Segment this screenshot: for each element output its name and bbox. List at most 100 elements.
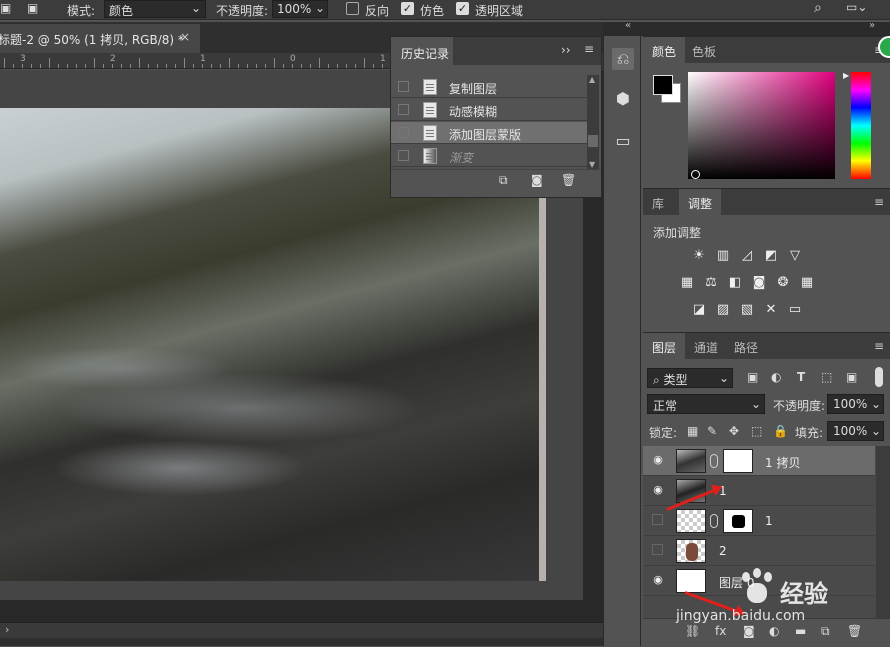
document-tab[interactable]: 未标题-2 @ 50% (1 拷贝, RGB/8) * ×	[0, 24, 200, 53]
fill-input[interactable]: 100% ⌄	[827, 421, 884, 441]
brightness-contrast-icon[interactable]: ☀	[691, 249, 707, 263]
history-item[interactable]: 动感模糊	[391, 99, 587, 121]
new-document-from-state-icon[interactable]: ⧉	[499, 173, 508, 188]
layer-mask-thumbnail[interactable]	[723, 509, 753, 533]
layer-row[interactable]: ◉ 1	[643, 476, 875, 506]
timeline-panel-icon[interactable]: ▭	[612, 130, 634, 152]
workspace-icon[interactable]: ▭⌄	[846, 0, 867, 14]
history-item[interactable]: 渐变	[391, 145, 587, 167]
3d-panel-icon[interactable]: ⬢	[612, 88, 634, 110]
layer-filter-select[interactable]: ⌕ 类型 ⌄	[647, 368, 733, 388]
history-source-checkbox[interactable]	[398, 150, 409, 161]
history-item[interactable]: 复制图层	[391, 76, 587, 98]
hue-slider-handle[interactable]: ▶	[843, 71, 849, 80]
layer-thumbnail[interactable]	[676, 539, 706, 563]
trash-icon[interactable]: 🗑	[561, 173, 576, 187]
adjustment-layer-filter-icon[interactable]: ◐	[771, 370, 781, 384]
mask-link-icon[interactable]	[710, 514, 718, 528]
layer-name[interactable]: 1	[765, 514, 773, 528]
panel-menu-icon[interactable]: ≡	[874, 195, 884, 209]
scroll-thumb[interactable]	[588, 135, 598, 147]
channel-mixer-icon[interactable]: ❂	[775, 276, 791, 290]
tab-channels[interactable]: 通道	[685, 333, 727, 359]
collapse-icon[interactable]: «	[625, 20, 631, 31]
layer-opacity-input[interactable]: 100% ⌄	[827, 394, 884, 414]
search-icon[interactable]: ⌕	[814, 0, 822, 16]
lock-all-icon[interactable]: 🔒	[773, 424, 788, 438]
layer-row[interactable]: ◉ 1 拷贝	[643, 446, 875, 476]
lock-pixels-icon[interactable]: ✎	[707, 424, 717, 438]
type-layer-filter-icon[interactable]: T	[797, 370, 805, 384]
eye-icon[interactable]: ◉	[652, 574, 664, 586]
eye-icon[interactable]: ◉	[652, 484, 664, 496]
scroll-left-icon[interactable]: ›	[5, 623, 9, 636]
opacity-input[interactable]: 100% ⌄	[272, 0, 328, 18]
exposure-icon[interactable]: ◩	[763, 249, 779, 263]
history-source-checkbox[interactable]	[398, 127, 409, 138]
camera-icon[interactable]: ◙	[531, 173, 543, 187]
lock-position-icon[interactable]: ✥	[729, 424, 739, 438]
mask-link-icon[interactable]	[710, 454, 718, 468]
reverse-checkbox[interactable]	[346, 2, 359, 15]
tab-swatches[interactable]: 色板	[683, 37, 725, 63]
filter-toggle[interactable]	[875, 367, 883, 387]
panel-menu-icon[interactable]: ≡	[874, 339, 884, 353]
layer-mask-thumbnail[interactable]	[723, 449, 753, 473]
foreground-color-swatch[interactable]	[653, 75, 673, 95]
threshold-icon[interactable]: ▧	[739, 303, 755, 317]
vibrance-icon[interactable]: ▽	[787, 249, 803, 263]
tab-libraries[interactable]: 库	[643, 189, 673, 215]
photo-filter-icon[interactable]: ◙	[751, 276, 767, 290]
invert-icon[interactable]: ◪	[691, 303, 707, 317]
visibility-toggle[interactable]	[652, 514, 663, 525]
expand-panels-icon[interactable]: »	[869, 20, 875, 31]
history-item[interactable]: 添加图层蒙版	[391, 122, 587, 144]
pixel-layer-filter-icon[interactable]: ▣	[747, 370, 758, 384]
color-picker-cursor[interactable]	[691, 170, 700, 179]
close-icon[interactable]: ×	[180, 30, 190, 44]
saturation-value-field[interactable]	[688, 72, 835, 179]
mode-select[interactable]: 颜色 ⌄	[104, 0, 206, 18]
lock-transparent-icon[interactable]: ▦	[687, 424, 698, 438]
layer-row[interactable]: 1	[643, 506, 875, 536]
shape-layer-filter-icon[interactable]: ⬚	[821, 370, 832, 384]
panel-collapse-bar[interactable]: « »	[603, 20, 890, 36]
black-white-icon[interactable]: ◧	[727, 276, 743, 290]
dither-checkbox[interactable]: ✓	[401, 2, 414, 15]
gradient-type-icon[interactable]: ▣	[27, 1, 38, 15]
tab-paths[interactable]: 路径	[725, 333, 767, 359]
visibility-toggle[interactable]	[652, 544, 663, 555]
layer-row[interactable]: 2	[643, 536, 875, 566]
scroll-up-icon[interactable]: ▲	[589, 75, 595, 84]
history-panel-icon[interactable]: ⎌	[612, 48, 634, 70]
color-lookup-icon[interactable]: ▦	[799, 276, 815, 290]
history-source-checkbox[interactable]	[398, 104, 409, 115]
layer-thumbnail[interactable]	[676, 449, 706, 473]
transparency-checkbox[interactable]: ✓	[456, 2, 469, 15]
blend-mode-select[interactable]: 正常 ⌄	[647, 394, 765, 414]
horizontal-scrollbar[interactable]	[0, 638, 603, 646]
lock-artboard-icon[interactable]: ⬚	[751, 424, 762, 438]
color-balance-icon[interactable]: ⚖	[703, 276, 719, 290]
hue-slider[interactable]	[851, 72, 871, 179]
tool-preset-icon[interactable]: ▣	[0, 1, 11, 15]
layer-name[interactable]: 2	[719, 544, 727, 558]
gradient-map-icon[interactable]: ▭	[787, 303, 803, 317]
hue-saturation-icon[interactable]: ▦	[679, 276, 695, 290]
scroll-down-icon[interactable]: ▼	[589, 160, 595, 169]
panel-menu-icon[interactable]: ≡	[584, 42, 594, 56]
posterize-icon[interactable]: ▨	[715, 303, 731, 317]
expand-icon[interactable]: ››	[561, 43, 571, 57]
history-scrollbar[interactable]: ▲ ▼	[587, 75, 599, 169]
layers-scrollbar[interactable]	[876, 446, 890, 618]
layer-name[interactable]: 1 拷贝	[765, 454, 800, 471]
tab-history[interactable]: 历史记录	[391, 37, 453, 65]
selective-color-icon[interactable]: ✕	[763, 303, 779, 317]
tab-adjustments[interactable]: 调整	[679, 189, 722, 215]
smart-object-filter-icon[interactable]: ▣	[846, 370, 857, 384]
tab-layers[interactable]: 图层	[643, 333, 686, 359]
eye-icon[interactable]: ◉	[652, 454, 664, 466]
levels-icon[interactable]: ▥	[715, 249, 731, 263]
layer-thumbnail[interactable]	[676, 509, 706, 533]
tab-color[interactable]: 颜色	[643, 37, 686, 63]
